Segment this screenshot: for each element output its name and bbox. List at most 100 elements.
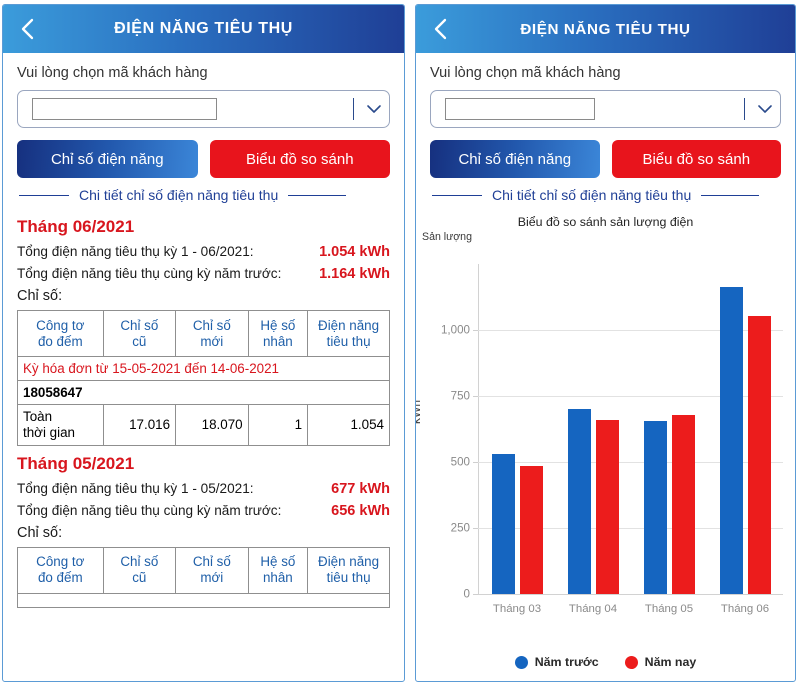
col-line2: mới [200, 570, 224, 586]
customer-code-input[interactable] [445, 98, 595, 120]
row-label: Toàn thời gian [17, 404, 104, 446]
chevron-left-icon[interactable] [430, 16, 452, 42]
chart-tick-mark [473, 330, 478, 331]
chart-y-tick-label: 250 [450, 521, 470, 535]
page-title: ĐIỆN NĂNG TIÊU THỤ [114, 20, 293, 37]
col-he-so-nhan: Hệ số nhân [247, 546, 309, 594]
chart-title: Biểu đồ so sánh sản lượng điện [517, 215, 694, 229]
cell-consumption: 1.054 [307, 404, 390, 446]
col-line2: đo đếm [37, 333, 83, 349]
chart-x-tick-label: Tháng 05 [644, 603, 694, 615]
page-title: ĐIỆN NĂNG TIÊU THỤ [520, 20, 691, 38]
meter-number: 18058647 [17, 380, 390, 405]
phone-panel-index: ĐIỆN NĂNG TIÊU THỤ Vui lòng chọn mã khác… [2, 4, 405, 682]
chart-unit-label: Sản lượng [422, 231, 472, 243]
chart-bar-groups: Tháng 03 Tháng 04 Tháng 05 Tháng 06 [479, 264, 783, 615]
col-chi-so-moi: Chỉ số mới [175, 546, 249, 594]
comparison-bar-chart: Biểu đồ so sánh sản lượng điện Sản lượng… [416, 209, 795, 681]
chart-bar [567, 409, 591, 594]
meter-table-06-2021: Công tơ đo đếm Chỉ số cũ Chỉ số mới Hệ s… [17, 310, 390, 446]
table-row-meter-no: 18058647 [17, 380, 390, 405]
row-label-line1: Toàn [23, 409, 53, 424]
customer-code-combobox[interactable] [17, 90, 390, 128]
tab-chi-so-dien-nang[interactable]: Chỉ số điện năng [17, 140, 198, 178]
chevron-down-icon[interactable] [756, 100, 774, 118]
detail-title-text: Chi tiết chỉ số điện năng tiêu thụ [79, 187, 279, 203]
phone-panel-chart: ĐIỆN NĂNG TIÊU THỤ Vui lòng chọn mã khác… [415, 4, 796, 682]
col-line2: cũ [132, 333, 147, 349]
prev-year-label: Tổng điện năng tiêu thụ cùng kỳ năm trướ… [17, 266, 282, 281]
chart-legend-item[interactable]: Năm nay [624, 655, 697, 669]
chart-tick-mark [473, 396, 478, 397]
col-dien-nang-tieu-thu: Điện năng tiêu thụ [307, 546, 390, 594]
total-consumption-row: Tổng điện năng tiêu thụ kỳ 1 - 05/2021: … [17, 481, 390, 497]
cell-multiplier: 1 [247, 404, 309, 446]
cell-partial [17, 592, 390, 608]
app-header-right: ĐIỆN NĂNG TIÊU THỤ [416, 5, 795, 53]
chart-y-tick-label: 1,000 [440, 323, 470, 337]
month-title: Tháng 06/2021 [17, 217, 135, 236]
consumption-detail-list: Tháng 06/2021 Tổng điện năng tiêu thụ kỳ… [3, 209, 404, 681]
chart-bar-group: Tháng 06 [707, 264, 783, 615]
chart-x-tick-label: Tháng 03 [492, 603, 542, 615]
divider-line-right [288, 194, 347, 196]
chart-bar [643, 420, 667, 594]
chart-bar [671, 415, 695, 594]
col-line2: cũ [132, 570, 147, 586]
chart-y-tick-label: 500 [450, 455, 470, 469]
legend-label: Năm nay [644, 655, 697, 669]
chart-bar [719, 286, 743, 594]
total-consumption-value: 1.054 kWh [319, 244, 390, 260]
chart-y-tick-label: 750 [450, 389, 470, 403]
col-line1: Chỉ số [120, 317, 159, 333]
legend-color-dot [624, 655, 638, 669]
col-cong-to-do-dem: Công tơ đo đếm [17, 310, 104, 357]
prev-year-value: 656 kWh [331, 502, 390, 519]
detail-section-title-right: Chi tiết chỉ số điện năng tiêu thụ [416, 178, 795, 209]
table-row-period: Kỳ hóa đơn từ 15-05-2021 đến 14-06-2021 [17, 356, 390, 381]
col-chi-so-moi: Chỉ số mới [175, 310, 249, 357]
divider-line-left [19, 194, 69, 196]
tab-bieu-do-so-sanh[interactable]: Biểu đồ so sánh [209, 140, 390, 178]
col-cong-to-do-dem: Công tơ đo đếm [17, 546, 104, 594]
chevron-left-icon[interactable] [17, 16, 39, 42]
col-dien-nang-tieu-thu: Điện năng tiêu thụ [307, 310, 390, 357]
total-consumption-label: Tổng điện năng tiêu thụ kỳ 1 - 06/2021: [17, 244, 254, 259]
chiso-label: Chỉ số: [17, 524, 63, 541]
prev-year-consumption-row: Tổng điện năng tiêu thụ cùng kỳ năm trướ… [17, 266, 390, 282]
chart-bar [491, 454, 515, 594]
table-header-row: Công tơ đo đếm Chỉ số cũ Chỉ số mới Hệ s… [17, 546, 390, 594]
chart-gridline [473, 594, 783, 595]
col-line1: Chỉ số [192, 554, 231, 570]
chart-bar [595, 419, 619, 594]
prev-year-consumption-row: Tổng điện năng tiêu thụ cùng kỳ năm trướ… [17, 503, 390, 519]
divider-line-right [701, 194, 760, 196]
col-line1: Điện năng [318, 554, 380, 570]
col-line2: tiêu thụ [326, 570, 371, 586]
chart-tick-mark [473, 594, 478, 595]
col-line1: Công tơ [36, 554, 85, 570]
screenshot-stage: ĐIỆN NĂNG TIÊU THỤ Vui lòng chọn mã khác… [0, 0, 800, 686]
chevron-down-icon[interactable] [365, 100, 383, 118]
col-line1: Điện năng [318, 317, 380, 333]
chart-x-tick-label: Tháng 04 [568, 603, 618, 615]
col-line1: Hệ số [260, 554, 296, 570]
col-line2: tiêu thụ [326, 333, 371, 349]
col-line2: mới [200, 333, 224, 349]
tab-chi-so-dien-nang[interactable]: Chỉ số điện năng [430, 140, 600, 178]
chart-bar-group: Tháng 04 [555, 264, 631, 615]
customer-code-input[interactable] [32, 98, 217, 120]
col-line2: đo đếm [37, 570, 83, 586]
chart-bar [747, 315, 771, 594]
tab-bieu-do-so-sanh[interactable]: Biểu đồ so sánh [611, 140, 781, 178]
chart-legend-item[interactable]: Năm trước [514, 655, 599, 669]
month-block-05-2021: Tháng 05/2021 Tổng điện năng tiêu thụ kỳ… [17, 454, 390, 608]
legend-color-dot [514, 655, 528, 669]
divider-line-left [432, 194, 482, 196]
col-chi-so-cu: Chỉ số cũ [102, 546, 177, 594]
customer-code-combobox[interactable] [430, 90, 781, 128]
chart-bar [519, 465, 543, 594]
col-line2: nhân [262, 333, 293, 349]
total-consumption-value: 677 kWh [331, 480, 390, 497]
month-block-06-2021: Tháng 06/2021 Tổng điện năng tiêu thụ kỳ… [17, 217, 390, 446]
